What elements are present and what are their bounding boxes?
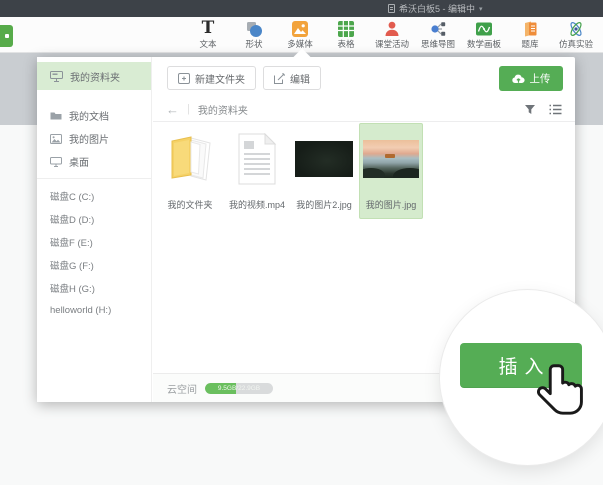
picture-icon bbox=[50, 134, 62, 144]
mathboard-icon bbox=[475, 20, 493, 37]
view-controls bbox=[524, 104, 562, 115]
sidebar-drive-g[interactable]: 磁盘H (G:) bbox=[37, 276, 151, 299]
video-file-icon bbox=[226, 128, 288, 190]
tab-mindmap[interactable]: 思维导图 bbox=[415, 17, 461, 53]
document-icon bbox=[388, 4, 395, 13]
edit-icon bbox=[274, 73, 285, 84]
tab-table[interactable]: 表格 bbox=[323, 17, 369, 53]
filter-icon[interactable] bbox=[524, 104, 536, 115]
hand-cursor-icon bbox=[535, 363, 587, 425]
app-window: 希沃白板5 - 编辑中 ▾ T 文本 形状 多媒体 bbox=[0, 0, 603, 485]
insert-callout-circle: 插入 bbox=[440, 290, 603, 465]
list-view-icon[interactable] bbox=[549, 104, 562, 115]
boat-shape bbox=[385, 154, 395, 158]
folder-large-icon bbox=[159, 128, 221, 190]
tab-text[interactable]: T 文本 bbox=[185, 17, 231, 53]
cloud-progress-bar: 9.5GB/22.9GB bbox=[205, 383, 273, 394]
rock-shape bbox=[393, 168, 419, 178]
edit-button[interactable]: 编辑 bbox=[263, 66, 321, 90]
cloud-usage-text: 9.5GB/22.9GB bbox=[205, 383, 273, 394]
upload-button[interactable]: 上传 bbox=[499, 66, 563, 91]
sidebar-drive-h[interactable]: helloworld (H:) bbox=[37, 299, 151, 322]
sidebar-drive-e[interactable]: 磁盘F (E:) bbox=[37, 230, 151, 253]
window-title: 希沃白板5 - 编辑中 bbox=[399, 2, 475, 15]
tab-media[interactable]: 多媒体 bbox=[277, 17, 323, 53]
sidebar-item-pictures[interactable]: 我的图片 bbox=[37, 127, 151, 150]
sidebar-divider bbox=[37, 178, 151, 179]
shapes-icon bbox=[245, 20, 263, 37]
file-grid: 我的文件夹 我的视频.mp4 bbox=[158, 123, 423, 219]
breadcrumb-row: ← | 我的资料夹 bbox=[153, 97, 575, 122]
sidebar-drive-f[interactable]: 磁盘G (F:) bbox=[37, 253, 151, 276]
file-tile-folder[interactable]: 我的文件夹 bbox=[158, 123, 222, 219]
new-folder-button[interactable]: 新建文件夹 bbox=[167, 66, 256, 90]
cloud-folder-icon bbox=[50, 71, 63, 82]
toolbar-items: T 文本 形状 多媒体 表格 bbox=[185, 17, 599, 53]
image-thumbnail-dark bbox=[295, 141, 353, 177]
titlebar-menu[interactable]: 希沃白板5 - 编辑中 ▾ bbox=[388, 0, 483, 17]
sidebar-item-cloud-folder[interactable]: 我的资料夹 bbox=[37, 62, 151, 90]
table-icon bbox=[337, 20, 355, 37]
folder-icon bbox=[50, 111, 62, 121]
file-tile-video[interactable]: 我的视频.mp4 bbox=[225, 123, 289, 219]
rock-shape bbox=[363, 168, 385, 178]
tab-shapes[interactable]: 形状 bbox=[231, 17, 277, 53]
dialog-sidebar: 我的资料夹 我的文档 我的图片 桌面 磁 bbox=[37, 57, 152, 402]
cloud-space-label: 云空间 bbox=[167, 381, 197, 396]
question-bank-icon bbox=[521, 20, 539, 37]
file-name: 我的图片2.jpg bbox=[293, 198, 355, 211]
sidebar-spacer bbox=[37, 90, 151, 104]
tab-mathboard[interactable]: 数学画板 bbox=[461, 17, 507, 53]
titlebar: 希沃白板5 - 编辑中 ▾ bbox=[0, 0, 603, 17]
file-name: 我的视频.mp4 bbox=[226, 198, 288, 211]
dialog-action-row: 新建文件夹 编辑 上传 bbox=[153, 57, 575, 97]
sidebar-drive-c[interactable]: 磁盘C (C:) bbox=[37, 184, 151, 207]
new-folder-icon bbox=[178, 73, 190, 84]
sidebar-item-label: 我的图片 bbox=[69, 131, 109, 146]
edge-tool-button[interactable] bbox=[0, 25, 13, 47]
back-button[interactable]: ← bbox=[166, 103, 179, 116]
file-tile-image-selected[interactable]: 我的图片.jpg bbox=[359, 123, 423, 219]
media-icon bbox=[291, 20, 309, 37]
experiment-icon bbox=[567, 20, 585, 37]
tab-question-bank[interactable]: 题库 bbox=[507, 17, 553, 53]
class-activity-icon bbox=[383, 20, 401, 37]
chevron-down-icon: ▾ bbox=[479, 5, 483, 13]
sidebar-item-label: 我的资料夹 bbox=[70, 69, 120, 84]
mindmap-icon bbox=[429, 20, 447, 37]
image-thumbnail-beach bbox=[363, 140, 419, 178]
sidebar-drive-d[interactable]: 磁盘D (D:) bbox=[37, 207, 151, 230]
sidebar-item-label: 桌面 bbox=[69, 154, 89, 169]
file-name: 我的图片.jpg bbox=[360, 198, 422, 211]
upload-cloud-icon bbox=[512, 74, 525, 84]
tab-experiment[interactable]: 仿真实验 bbox=[553, 17, 599, 53]
text-icon: T bbox=[202, 20, 215, 37]
file-name: 我的文件夹 bbox=[159, 198, 221, 211]
sidebar-item-desktop[interactable]: 桌面 bbox=[37, 150, 151, 173]
file-tile-image-dark[interactable]: 我的图片2.jpg bbox=[292, 123, 356, 219]
breadcrumb-separator: | bbox=[187, 103, 190, 115]
sidebar-item-documents[interactable]: 我的文档 bbox=[37, 104, 151, 127]
tab-class-activity[interactable]: 课堂活动 bbox=[369, 17, 415, 53]
desktop-icon bbox=[50, 157, 62, 167]
breadcrumb: 我的资料夹 bbox=[198, 102, 248, 117]
sidebar-item-label: 我的文档 bbox=[69, 108, 109, 123]
